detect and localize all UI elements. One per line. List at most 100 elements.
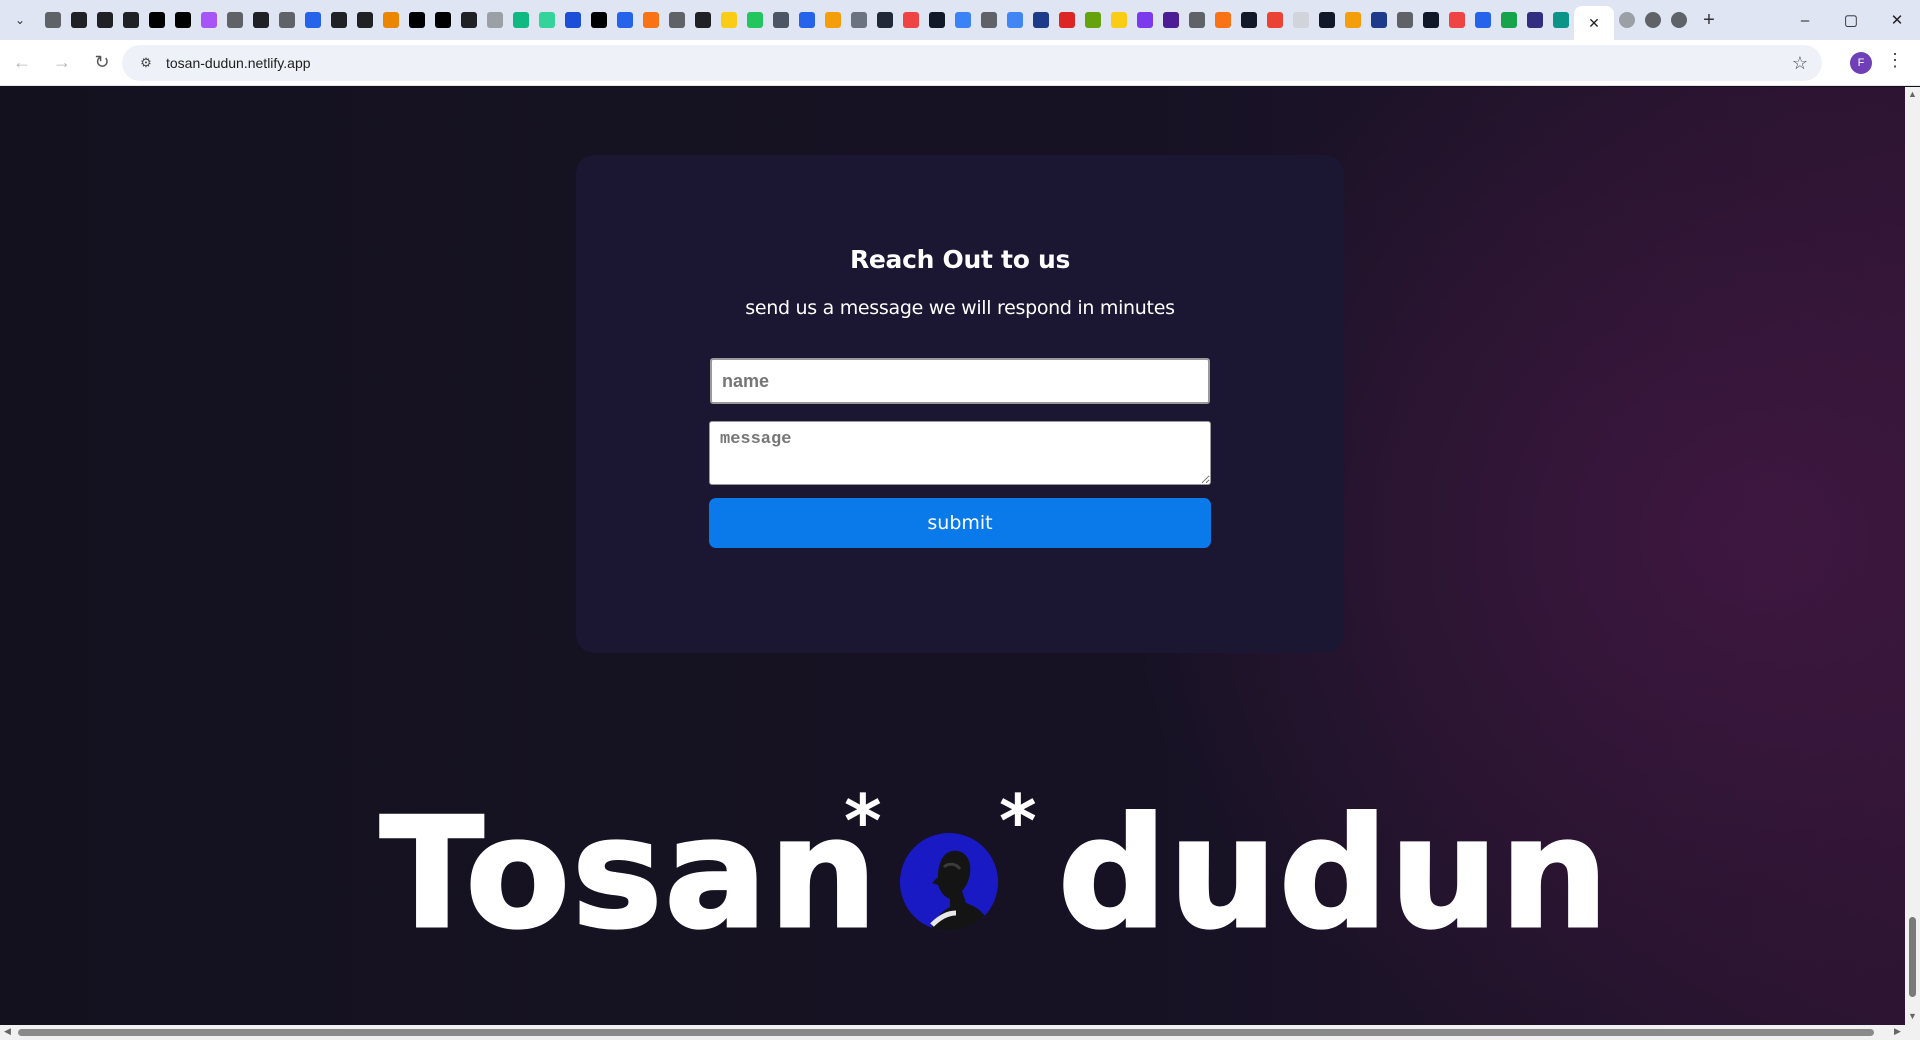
- tab-favicon[interactable]: [1080, 6, 1106, 34]
- tab-favicon[interactable]: [898, 6, 924, 34]
- tab-favicon[interactable]: [664, 6, 690, 34]
- tab-favicon[interactable]: [144, 6, 170, 34]
- tab-favicon[interactable]: [742, 6, 768, 34]
- scroll-up-arrow-icon[interactable]: ▲: [1908, 89, 1917, 99]
- pinned-tab-list: [40, 0, 1574, 40]
- tab-favicon[interactable]: [1444, 6, 1470, 34]
- tab-favicon[interactable]: [1640, 6, 1666, 34]
- bookmark-star-icon[interactable]: ☆: [1792, 53, 1808, 74]
- tab-favicon[interactable]: [1366, 6, 1392, 34]
- tab-favicon[interactable]: [1314, 6, 1340, 34]
- active-tab-close-icon[interactable]: ✕: [1574, 6, 1614, 40]
- tab-favicon[interactable]: [118, 6, 144, 34]
- tab-favicon[interactable]: [300, 6, 326, 34]
- address-bar[interactable]: ⚙ tosan-dudun.netlify.app ☆: [122, 45, 1822, 81]
- tab-favicon[interactable]: [924, 6, 950, 34]
- asterisk-right: *: [999, 779, 1037, 863]
- tab-favicon[interactable]: [1132, 6, 1158, 34]
- horizontal-scroll-thumb[interactable]: [18, 1029, 1874, 1036]
- tab-favicon[interactable]: [1054, 6, 1080, 34]
- page-viewport: Reach Out to us send us a message we wil…: [0, 87, 1905, 1025]
- horizontal-scrollbar[interactable]: ◀ ▶: [0, 1025, 1920, 1040]
- vertical-scrollbar[interactable]: ▲ ▼: [1905, 87, 1920, 1025]
- message-textarea[interactable]: [709, 421, 1211, 485]
- tab-favicon[interactable]: [1392, 6, 1418, 34]
- profile-avatar[interactable]: F: [1850, 52, 1872, 74]
- close-window-icon[interactable]: ✕: [1874, 0, 1920, 40]
- tab-favicon[interactable]: [508, 6, 534, 34]
- tab-favicon[interactable]: [222, 6, 248, 34]
- site-info-icon[interactable]: ⚙: [128, 45, 164, 81]
- tab-favicon[interactable]: [872, 6, 898, 34]
- tab-favicon[interactable]: [378, 6, 404, 34]
- contact-subtitle: send us a message we will respond in min…: [745, 297, 1175, 319]
- brand-text-left: Tosan: [378, 785, 880, 962]
- minimize-icon[interactable]: –: [1782, 0, 1828, 40]
- tab-favicon[interactable]: [1184, 6, 1210, 34]
- brand-text-right: dudun: [1056, 785, 1611, 962]
- tab-favicon[interactable]: [950, 6, 976, 34]
- submit-button[interactable]: submit: [709, 498, 1211, 548]
- tab-favicon[interactable]: [1236, 6, 1262, 34]
- tab-favicon[interactable]: [820, 6, 846, 34]
- url-text[interactable]: tosan-dudun.netlify.app: [166, 55, 311, 71]
- tab-favicon[interactable]: [1340, 6, 1366, 34]
- tab-favicon[interactable]: [716, 6, 742, 34]
- brand-wordmark: Tosan * * dudun: [0, 785, 1905, 962]
- tab-favicon[interactable]: [1210, 6, 1236, 34]
- tab-favicon[interactable]: [248, 6, 274, 34]
- tab-favicon[interactable]: [326, 6, 352, 34]
- browser-toolbar: ← → ↻ ⚙ tosan-dudun.netlify.app ☆ F ⋮: [0, 40, 1920, 86]
- new-tab-plus-icon[interactable]: +: [1692, 3, 1726, 37]
- tab-favicon[interactable]: [690, 6, 716, 34]
- tab-favicon[interactable]: [170, 6, 196, 34]
- tab-favicon[interactable]: [1496, 6, 1522, 34]
- tab-favicon[interactable]: [1470, 6, 1496, 34]
- tab-favicon[interactable]: [1522, 6, 1548, 34]
- tab-favicon[interactable]: [976, 6, 1002, 34]
- scroll-down-arrow-icon[interactable]: ▼: [1908, 1011, 1917, 1021]
- tab-favicon[interactable]: [456, 6, 482, 34]
- vertical-scroll-thumb[interactable]: [1909, 917, 1916, 997]
- tab-favicon[interactable]: [560, 6, 586, 34]
- tab-favicon[interactable]: [1666, 6, 1692, 34]
- browser-tab-strip: ⌄ ✕ + – ▢ ✕: [0, 0, 1920, 40]
- tab-favicon[interactable]: [1614, 6, 1640, 34]
- tab-search-chevron-icon[interactable]: ⌄: [0, 0, 40, 40]
- asterisk-left: *: [844, 779, 882, 863]
- back-arrow-icon[interactable]: ←: [4, 45, 40, 81]
- tab-favicon[interactable]: [1288, 6, 1314, 34]
- tab-favicon[interactable]: [1028, 6, 1054, 34]
- restore-icon[interactable]: ▢: [1828, 0, 1874, 40]
- tab-favicon[interactable]: [1002, 6, 1028, 34]
- tab-favicon[interactable]: [768, 6, 794, 34]
- tab-favicon[interactable]: [586, 6, 612, 34]
- contact-title: Reach Out to us: [849, 245, 1071, 274]
- scroll-left-arrow-icon[interactable]: ◀: [4, 1026, 11, 1037]
- tab-favicon[interactable]: [196, 6, 222, 34]
- tab-favicon[interactable]: [612, 6, 638, 34]
- browser-menu-icon[interactable]: ⋮: [1886, 50, 1904, 71]
- tab-favicon[interactable]: [638, 6, 664, 34]
- name-input[interactable]: [710, 358, 1210, 404]
- tab-favicon[interactable]: [846, 6, 872, 34]
- tab-favicon[interactable]: [794, 6, 820, 34]
- tab-favicon[interactable]: [534, 6, 560, 34]
- tab-favicon[interactable]: [66, 6, 92, 34]
- scroll-right-arrow-icon[interactable]: ▶: [1894, 1026, 1901, 1037]
- reload-icon[interactable]: ↻: [84, 45, 120, 81]
- tab-favicon[interactable]: [1418, 6, 1444, 34]
- tab-favicon[interactable]: [274, 6, 300, 34]
- tab-favicon[interactable]: [1158, 6, 1184, 34]
- tab-favicon[interactable]: [1548, 6, 1574, 34]
- tab-favicon[interactable]: [92, 6, 118, 34]
- tab-favicon[interactable]: [404, 6, 430, 34]
- tab-favicon[interactable]: [1106, 6, 1132, 34]
- tab-favicon[interactable]: [1262, 6, 1288, 34]
- tab-favicon[interactable]: [352, 6, 378, 34]
- tab-favicon[interactable]: [482, 6, 508, 34]
- forward-arrow-icon[interactable]: →: [44, 45, 80, 81]
- contact-card: Reach Out to us send us a message we wil…: [576, 155, 1344, 653]
- tab-favicon[interactable]: [40, 6, 66, 34]
- tab-favicon[interactable]: [430, 6, 456, 34]
